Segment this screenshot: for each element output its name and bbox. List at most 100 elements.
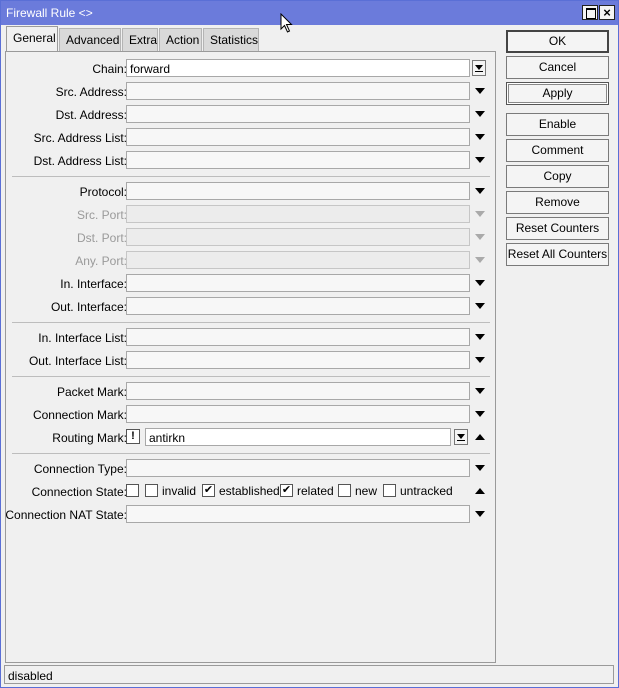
connection-state-label: Connection State: <box>31 485 127 499</box>
dst-port-row: Dst. Port: <box>6 228 495 247</box>
maximize-icon[interactable] <box>582 5 598 20</box>
title-bar[interactable]: Firewall Rule <> × <box>1 1 618 25</box>
ok-button[interactable]: OK <box>506 30 609 53</box>
reset-counters-button[interactable]: Reset Counters <box>506 217 609 240</box>
enable-button[interactable]: Enable <box>506 113 609 136</box>
state-untracked-checkbox[interactable] <box>383 484 396 497</box>
tab-general[interactable]: General <box>6 26 58 51</box>
in-interface-row: In. Interface: <box>6 274 495 293</box>
connection-type-expand-icon[interactable] <box>475 465 485 471</box>
tab-advanced[interactable]: Advanced <box>59 28 121 51</box>
state-related-checkbox[interactable]: ✔ <box>280 484 293 497</box>
out-interface-list-field[interactable] <box>126 351 470 369</box>
mouse-cursor-icon <box>280 13 293 33</box>
state-untracked-label: untracked <box>400 484 453 498</box>
negate-toggle[interactable]: ! <box>126 429 140 444</box>
close-icon[interactable]: × <box>599 5 615 20</box>
src-address-row: Src. Address: <box>6 82 495 101</box>
tab-statistics[interactable]: Statistics <box>203 28 259 51</box>
chain-dropdown-button[interactable] <box>472 60 486 76</box>
state-new-label: new <box>355 484 378 498</box>
comment-button[interactable]: Comment <box>506 139 609 162</box>
src-port-expand-icon <box>475 211 485 217</box>
connection-nat-state-expand-icon[interactable] <box>475 511 485 517</box>
connection-mark-expand-icon[interactable] <box>475 411 485 417</box>
dst-address-list-expand-icon[interactable] <box>475 157 485 163</box>
src-address-label: Src. Address: <box>55 85 127 99</box>
out-interface-expand-icon[interactable] <box>475 303 485 309</box>
protocol-row: Protocol: <box>6 182 495 201</box>
tab-action[interactable]: Action <box>159 28 202 51</box>
section-divider <box>12 176 490 177</box>
out-interface-label: Out. Interface: <box>50 300 127 314</box>
packet-mark-label: Packet Mark: <box>56 385 127 399</box>
apply-button[interactable]: Apply <box>506 82 609 105</box>
connection-mark-row: Connection Mark: <box>6 405 495 424</box>
in-interface-expand-icon[interactable] <box>475 280 485 286</box>
remove-button[interactable]: Remove <box>506 191 609 214</box>
src-address-list-field[interactable] <box>126 128 470 146</box>
in-interface-field[interactable] <box>126 274 470 292</box>
out-interface-list-expand-icon[interactable] <box>475 357 485 363</box>
window-title: Firewall Rule <> <box>6 6 93 20</box>
connection-type-label: Connection Type: <box>33 462 127 476</box>
src-address-list-row: Src. Address List: <box>6 128 495 147</box>
src-port-label: Src. Port: <box>76 208 127 222</box>
any-port-label: Any. Port: <box>75 254 127 268</box>
src-address-list-label: Src. Address List: <box>33 131 127 145</box>
protocol-expand-icon[interactable] <box>475 188 485 194</box>
routing-mark-value: antirkn <box>149 431 186 445</box>
packet-mark-expand-icon[interactable] <box>475 388 485 394</box>
in-interface-list-row: In. Interface List: <box>6 328 495 347</box>
chain-field[interactable]: forward <box>126 59 470 77</box>
in-interface-list-field[interactable] <box>126 328 470 346</box>
dst-address-list-field[interactable] <box>126 151 470 169</box>
copy-button[interactable]: Copy <box>506 165 609 188</box>
dst-address-row: Dst. Address: <box>6 105 495 124</box>
connection-state-negate-checkbox[interactable] <box>126 484 139 497</box>
dst-port-expand-icon <box>475 234 485 240</box>
connection-nat-state-field[interactable] <box>126 505 470 523</box>
out-interface-field[interactable] <box>126 297 470 315</box>
src-address-list-expand-icon[interactable] <box>475 134 485 140</box>
dst-address-expand-icon[interactable] <box>475 111 485 117</box>
connection-mark-field[interactable] <box>126 405 470 423</box>
section-divider <box>12 376 490 377</box>
dst-port-field <box>126 228 470 246</box>
dst-address-label: Dst. Address: <box>55 108 127 122</box>
dst-address-field[interactable] <box>126 105 470 123</box>
chain-row: Chain: forward <box>6 59 495 78</box>
in-interface-list-expand-icon[interactable] <box>475 334 485 340</box>
connection-nat-state-label: Connection NAT State: <box>5 508 127 522</box>
routing-mark-dropdown-button[interactable] <box>454 429 468 445</box>
dst-address-list-label: Dst. Address List: <box>33 154 127 168</box>
dst-port-label: Dst. Port: <box>76 231 127 245</box>
routing-mark-collapse-icon[interactable] <box>475 434 485 440</box>
any-port-row: Any. Port: <box>6 251 495 270</box>
reset-all-counters-button[interactable]: Reset All Counters <box>506 243 609 266</box>
general-panel: Chain: forward Src. Address: Dst. Addres… <box>5 51 496 663</box>
src-address-field[interactable] <box>126 82 470 100</box>
state-new-checkbox[interactable] <box>338 484 351 497</box>
any-port-expand-icon <box>475 257 485 263</box>
connection-type-row: Connection Type: <box>6 459 495 478</box>
connection-state-collapse-icon[interactable] <box>475 488 485 494</box>
section-divider <box>12 322 490 323</box>
connection-type-field[interactable] <box>126 459 470 477</box>
tab-extra[interactable]: Extra <box>122 28 158 51</box>
state-established-checkbox[interactable]: ✔ <box>202 484 215 497</box>
src-address-expand-icon[interactable] <box>475 88 485 94</box>
state-invalid-checkbox[interactable] <box>145 484 158 497</box>
protocol-field[interactable] <box>126 182 470 200</box>
cancel-button[interactable]: Cancel <box>506 56 609 79</box>
routing-mark-field[interactable]: antirkn <box>145 428 451 446</box>
chain-value: forward <box>130 62 171 76</box>
connection-state-row: Connection State: invalid ✔ established … <box>6 482 495 501</box>
state-established-label: established <box>219 484 280 498</box>
section-divider <box>12 453 490 454</box>
in-interface-label: In. Interface: <box>60 277 127 291</box>
packet-mark-field[interactable] <box>126 382 470 400</box>
connection-nat-state-row: Connection NAT State: <box>5 505 495 524</box>
connection-mark-label: Connection Mark: <box>32 408 127 422</box>
firewall-rule-window: Firewall Rule <> × General Advanced Extr… <box>0 0 619 688</box>
